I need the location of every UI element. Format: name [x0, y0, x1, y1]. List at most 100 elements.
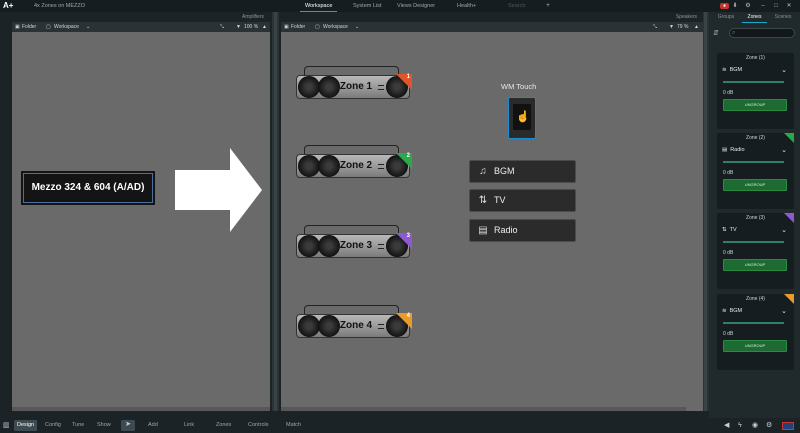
workspace-label[interactable]: Workspace: [54, 22, 79, 32]
tab-views-designer[interactable]: Views Designer: [392, 2, 440, 12]
close-icon[interactable]: ✕: [786, 3, 792, 9]
add-tab-icon[interactable]: +: [545, 3, 551, 9]
chevron-down-icon[interactable]: ⌄: [86, 22, 90, 32]
chevron-down-icon: ⌄: [781, 147, 787, 154]
folder-label[interactable]: Folder: [22, 22, 36, 32]
workspace-icon[interactable]: ▢: [315, 22, 320, 32]
source-bgm[interactable]: ♫ BGM: [469, 160, 576, 183]
zone-card-3: Zone (3) ⇅ TV ⌄ 0 dB UNGROUP: [717, 213, 794, 289]
panel-toolbar: ▣ Folder ▢ Workspace ⌄ ⤡ ▼ 100 % ▲: [12, 22, 270, 32]
tab-groups[interactable]: Groups: [712, 12, 740, 23]
ungroup-button[interactable]: UNGROUP: [723, 99, 787, 111]
notification-icon[interactable]: ◉: [752, 421, 758, 430]
mode-tune[interactable]: Tune: [69, 420, 87, 431]
horizontal-scrollbar[interactable]: [281, 407, 686, 411]
volume-slider[interactable]: [723, 322, 784, 324]
source-select[interactable]: ▤ Radio ⌄: [722, 145, 789, 156]
speaker-volume-icon[interactable]: ◀: [724, 421, 729, 430]
volume-slider[interactable]: [723, 241, 784, 243]
settings-icon[interactable]: ⚙: [766, 421, 772, 430]
tab-workspace[interactable]: Workspace: [300, 2, 338, 12]
fit-view-icon[interactable]: ⤡: [220, 22, 224, 32]
tab-system-list[interactable]: System List: [348, 2, 386, 12]
filter-icon[interactable]: ⇵: [713, 29, 719, 37]
tool-match[interactable]: Match: [283, 420, 304, 431]
language-flag-icon[interactable]: [782, 422, 794, 430]
mode-design[interactable]: Design: [14, 420, 38, 431]
pointer-tool-icon[interactable]: ➤: [121, 420, 135, 431]
folder-icon[interactable]: ▣: [15, 22, 20, 32]
waveform-icon: ≋: [722, 67, 727, 73]
zone-card-2: Zone (2) ▤ Radio ⌄ 0 dB UNGROUP: [717, 133, 794, 209]
sidebar-tabs: Groups Zones Scenes: [709, 12, 800, 23]
title-bar: A+ 4x Zones on MEZZO Workspace System Li…: [0, 0, 800, 12]
tv-audio-icon: ⇅: [478, 195, 488, 206]
tool-zones[interactable]: Zones: [213, 420, 234, 431]
zone-3[interactable]: Zone 3 3: [294, 224, 412, 258]
zoom-dropdown-icon[interactable]: ▼: [669, 22, 674, 32]
mode-config[interactable]: Config: [42, 420, 64, 431]
maximize-icon[interactable]: □: [773, 3, 779, 9]
search-input[interactable]: ⌕: [729, 28, 795, 38]
source-select[interactable]: ⇅ TV ⌄: [722, 225, 789, 236]
horizontal-scrollbar[interactable]: [12, 407, 270, 411]
zone-label: Zone 2: [339, 160, 373, 171]
record-icon[interactable]: ●: [720, 3, 729, 9]
tab-zones[interactable]: Zones: [742, 12, 767, 23]
zone-label: Zone 1: [339, 81, 373, 92]
source-radio[interactable]: ▤ Radio: [469, 219, 576, 242]
zone-card-title: Zone (2): [746, 135, 765, 141]
ungroup-button[interactable]: UNGROUP: [723, 340, 787, 352]
collapse-icon[interactable]: ▲: [694, 22, 699, 32]
search-icon: ⌕: [732, 30, 736, 36]
folder-icon[interactable]: ▣: [284, 22, 289, 32]
mode-show[interactable]: Show: [94, 420, 114, 431]
zone-1[interactable]: Zone 1 1: [294, 65, 412, 99]
tool-link[interactable]: Link: [181, 420, 197, 431]
document-title: 4x Zones on MEZZO: [34, 3, 86, 9]
radio-icon: ▤: [722, 147, 728, 153]
ungroup-button[interactable]: UNGROUP: [723, 179, 787, 191]
ungroup-button[interactable]: UNGROUP: [723, 259, 787, 271]
touch-hand-icon: ☝: [516, 111, 530, 123]
waveform-icon: ≋: [722, 308, 727, 314]
panel-caption: Amplifiers: [12, 12, 270, 22]
zoom-level[interactable]: 100 %: [244, 22, 258, 32]
update-icon[interactable]: ⬇: [732, 3, 738, 9]
folder-label[interactable]: Folder: [291, 22, 305, 32]
tab-scenes[interactable]: Scenes: [769, 12, 797, 23]
panels-icon[interactable]: ▥: [3, 421, 10, 430]
volume-slider[interactable]: [723, 161, 784, 163]
workspace-icon[interactable]: ▢: [46, 22, 51, 32]
tool-controls[interactable]: Controls: [245, 420, 271, 431]
tab-search[interactable]: Search: [503, 2, 530, 12]
chevron-down-icon[interactable]: ⌄: [355, 22, 359, 32]
source-select[interactable]: ≋ BGM ⌄: [722, 65, 789, 76]
source-label: TV: [494, 195, 506, 205]
zone-4[interactable]: Zone 4 4: [294, 304, 412, 338]
zoom-dropdown-icon[interactable]: ▼: [236, 22, 241, 32]
volume-level: 0 dB: [723, 90, 734, 96]
panel-divider[interactable]: [272, 12, 279, 411]
settings-icon[interactable]: ⚙: [745, 3, 751, 9]
fit-view-icon[interactable]: ⤡: [653, 22, 657, 32]
zone-2[interactable]: Zone 2 2: [294, 144, 412, 178]
workspace-label[interactable]: Workspace: [323, 22, 348, 32]
source-tv[interactable]: ⇅ TV: [469, 189, 576, 212]
zone-card-1: Zone (1) ≋ BGM ⌄ 0 dB UNGROUP: [717, 53, 794, 129]
app-logo: A+: [3, 1, 14, 10]
source-select[interactable]: ≋ BGM ⌄: [722, 306, 789, 317]
tool-add[interactable]: Add: [145, 420, 161, 431]
volume-level: 0 dB: [723, 250, 734, 256]
minimize-icon[interactable]: –: [760, 3, 766, 9]
zone-card-title: Zone (1): [746, 55, 765, 61]
zoom-level[interactable]: 79 %: [677, 22, 688, 32]
wm-touch-device[interactable]: ☝: [508, 97, 536, 139]
online-icon[interactable]: ϟ: [738, 421, 742, 430]
collapse-icon[interactable]: ▲: [262, 22, 267, 32]
arrow-right-icon: [175, 148, 262, 232]
volume-slider[interactable]: [723, 81, 784, 83]
tab-health[interactable]: Health+: [452, 2, 481, 12]
amplifier-device[interactable]: Mezzo 324 & 604 (A/AD): [23, 173, 153, 203]
radio-icon: ▤: [478, 225, 488, 236]
